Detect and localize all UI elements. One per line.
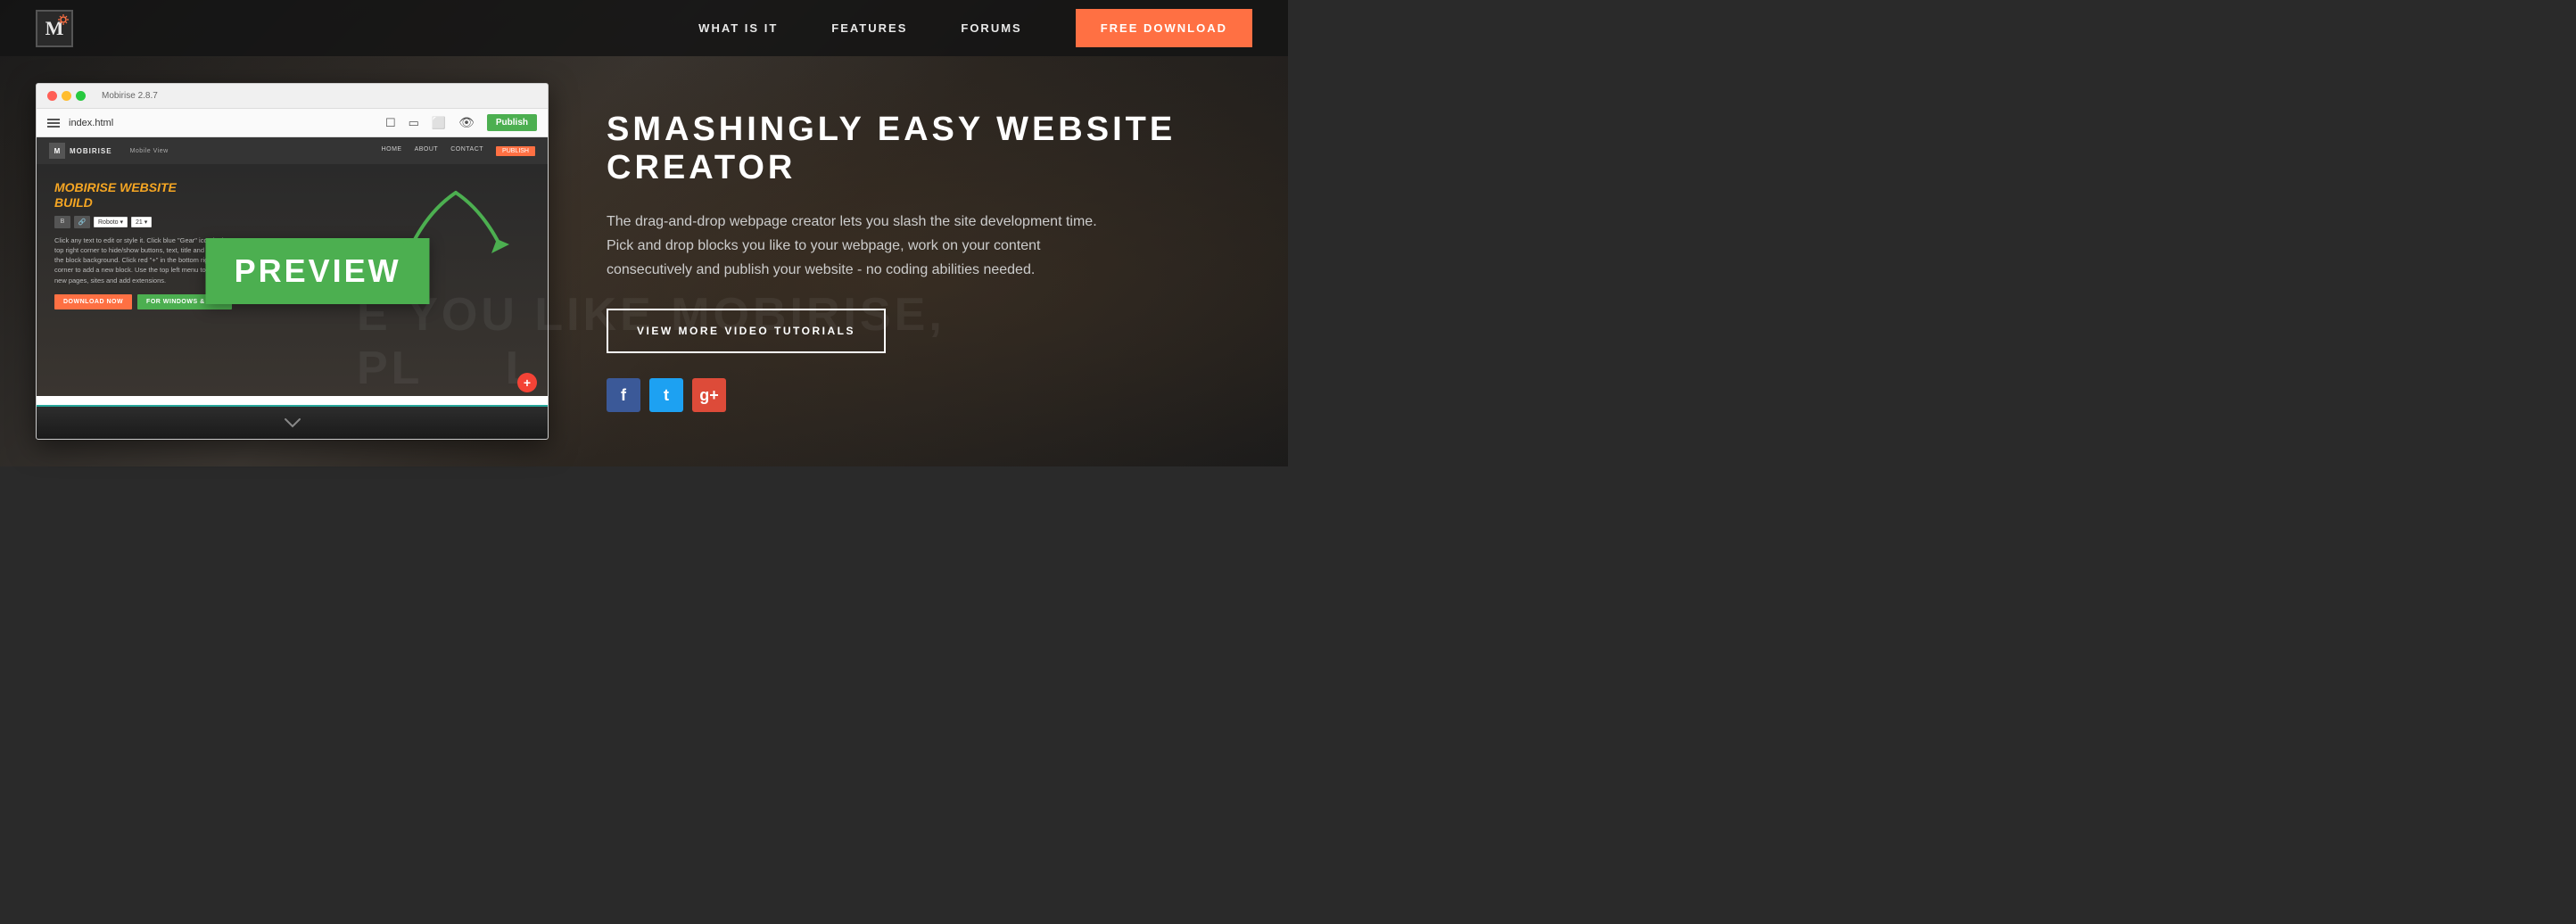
free-download-button[interactable]: FREE DOWNLOAD [1076, 9, 1252, 47]
facebook-icon[interactable]: f [607, 378, 640, 412]
inner-logo-box: M [49, 143, 65, 159]
nav-logo[interactable]: M [36, 10, 73, 47]
logo-box: M [36, 10, 73, 47]
file-name: index.html [69, 118, 113, 128]
tutorial-button[interactable]: VIEW MORE VIDEO TUTORIALS [607, 309, 886, 353]
maximize-dot[interactable] [76, 91, 86, 101]
inner-heading: MOBIRISE WEBSITE BUILD [54, 180, 530, 210]
bold-icon[interactable]: B [54, 216, 70, 228]
preview-eye-icon[interactable]: 👁 [458, 115, 475, 130]
nav-forums[interactable]: FORUMS [961, 21, 1021, 35]
nav-what-is-it[interactable]: WHAT IS IT [698, 21, 778, 35]
add-block-button[interactable]: + [517, 373, 537, 392]
googleplus-icon[interactable]: g+ [692, 378, 726, 412]
main-nav: M WHAT IS IT FEATURES FORUMS FREE DOWNLO… [0, 0, 1288, 56]
chevron-down-icon [284, 417, 301, 428]
inner-download-btn[interactable]: DOWNLOAD NOW [54, 294, 132, 309]
desktop-icon[interactable]: ⬜ [432, 116, 446, 130]
main-content: Mobirise 2.8.7 index.html ☐ ▭ ⬜ 👁 Publis… [0, 56, 1288, 466]
inner-logo: M MOBIRISE [49, 143, 112, 159]
inner-nav-home: HOME [382, 146, 402, 156]
inner-publish-label: PUBLISH [496, 146, 535, 156]
app-mockup-container: Mobirise 2.8.7 index.html ☐ ▭ ⬜ 👁 Publis… [36, 83, 553, 440]
toolbar-left: index.html [47, 118, 113, 128]
inner-logo-text: MOBIRISE [70, 147, 112, 155]
tablet-icon[interactable]: ▭ [409, 116, 419, 130]
nav-links: WHAT IS IT FEATURES FORUMS FREE DOWNLOAD [698, 9, 1252, 47]
link-icon[interactable]: 🔗 [74, 216, 90, 228]
font-select[interactable]: Roboto ▾ [94, 217, 128, 227]
inner-mobile-view-label: Mobile View [130, 148, 169, 154]
mobile-icon[interactable]: ☐ [385, 116, 396, 130]
close-dot[interactable] [47, 91, 57, 101]
window-title: Mobirise 2.8.7 [102, 91, 158, 101]
publish-button[interactable]: Publish [487, 114, 537, 131]
inner-text-toolbar: B 🔗 Roboto ▾ 21 ▾ [54, 216, 530, 228]
gear-icon [57, 13, 70, 26]
inner-website-preview: M MOBIRISE Mobile View HOME ABOUT CONTAC… [37, 137, 548, 405]
minimize-dot[interactable] [62, 91, 71, 101]
bottom-strip [37, 405, 548, 439]
font-size-select[interactable]: 21 ▾ [131, 217, 152, 227]
app-toolbar: index.html ☐ ▭ ⬜ 👁 Publish [37, 109, 548, 137]
right-content: E YOU LIKE MOBIRISE, PL L SMASHINGLY EAS… [607, 111, 1252, 413]
app-titlebar: Mobirise 2.8.7 [37, 84, 548, 109]
nav-features[interactable]: FEATURES [831, 21, 907, 35]
twitter-icon[interactable]: t [649, 378, 683, 412]
inner-nav: M MOBIRISE Mobile View HOME ABOUT CONTAC… [37, 137, 548, 164]
inner-nav-about: ABOUT [415, 146, 439, 156]
main-heading: SMASHINGLY EASY WEBSITE CREATOR [607, 111, 1252, 188]
preview-overlay-label: PREVIEW [206, 238, 430, 304]
menu-icon[interactable] [47, 119, 60, 128]
window-controls [47, 91, 86, 101]
main-description: The drag-and-drop webpage creator lets y… [607, 210, 1124, 283]
social-icons: f t g+ [607, 378, 1252, 412]
inner-nav-contact: CONTACT [450, 146, 483, 156]
toolbar-right: ☐ ▭ ⬜ 👁 Publish [385, 114, 537, 131]
app-window: Mobirise 2.8.7 index.html ☐ ▭ ⬜ 👁 Publis… [36, 83, 549, 440]
inner-nav-links: HOME ABOUT CONTACT PUBLISH [382, 146, 535, 156]
